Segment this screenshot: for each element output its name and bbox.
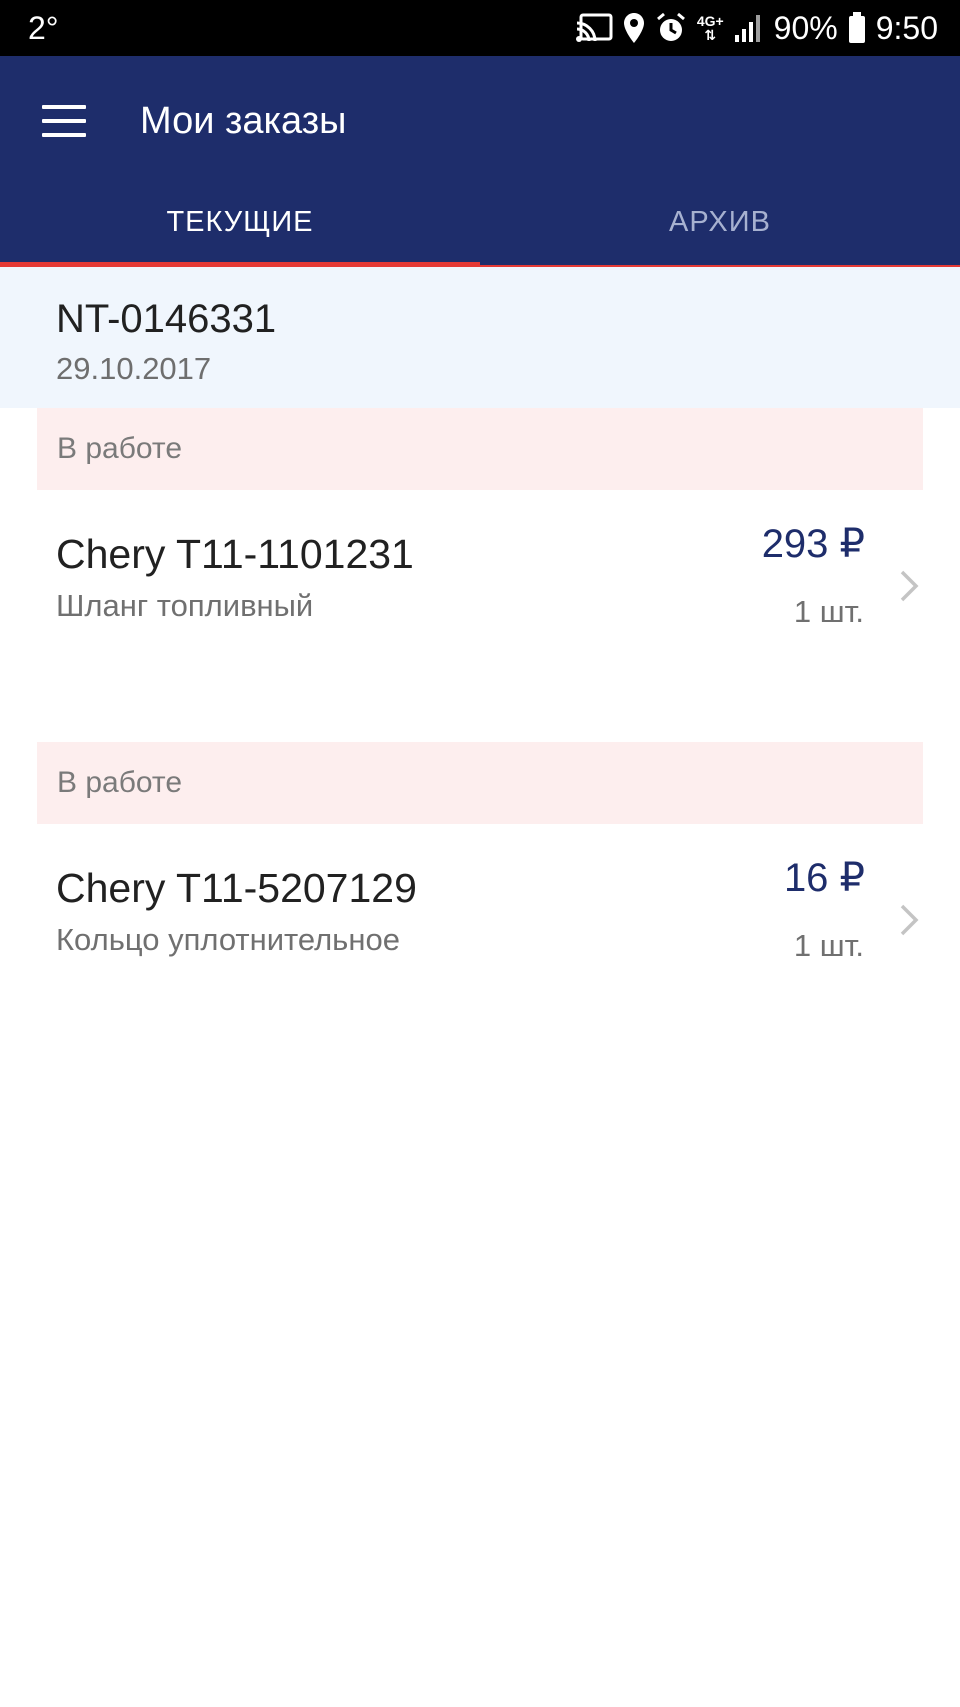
order-date: 29.10.2017 [56, 351, 212, 386]
tab-current[interactable]: ТЕКУЩИЕ [0, 202, 480, 264]
item-description: Шланг топливный [56, 588, 314, 623]
item-quantity: 1 шт. [793, 928, 864, 963]
cast-icon [575, 13, 613, 42]
order-item-row[interactable]: Chery T11-1101231 Шланг топливный 293 ₽ … [0, 490, 960, 680]
alarm-icon [656, 12, 685, 41]
status-badge: В работе [37, 742, 923, 824]
item-price: 16 ₽ [783, 856, 865, 900]
clock: 9:50 [875, 10, 938, 46]
order-item-row[interactable]: Chery T11-5207129 Кольцо уплотнительное … [0, 824, 960, 1014]
temperature: 2° [28, 10, 59, 46]
item-quantity: 1 шт. [793, 594, 864, 629]
order-header: NT-0146331 29.10.2017 [0, 267, 960, 408]
network-indicator: 4G+ ⇅ [697, 14, 724, 42]
network-type: 4G+ [696, 13, 724, 29]
status-label: В работе [57, 766, 183, 799]
chevron-right-icon [900, 904, 919, 936]
tab-archive[interactable]: АРХИВ [480, 202, 960, 264]
item-name: Chery T11-5207129 [56, 865, 417, 911]
battery-level: 90% [773, 10, 838, 46]
data-arrows-icon: ⇅ [704, 27, 717, 43]
page-title: Мои заказы [140, 100, 347, 142]
status-label: В работе [57, 432, 183, 465]
item-name: Chery T11-1101231 [56, 531, 414, 577]
status-badge: В работе [37, 408, 923, 490]
battery-icon [848, 12, 865, 43]
signal-icon [734, 15, 760, 42]
menu-button[interactable] [42, 105, 88, 139]
status-icons: 4G+ ⇅ 90% 9:50 [575, 8, 938, 48]
order-number: NT-0146331 [56, 297, 277, 341]
app-bar: Мои заказы ТЕКУЩИЕ АРХИВ [0, 56, 960, 267]
chevron-right-icon [900, 570, 919, 602]
status-bar: 2° 4G+ ⇅ 90% 9:50 [0, 0, 960, 56]
item-description: Кольцо уплотнительное [56, 922, 400, 957]
location-icon [623, 13, 644, 43]
item-price: 293 ₽ [761, 522, 865, 566]
